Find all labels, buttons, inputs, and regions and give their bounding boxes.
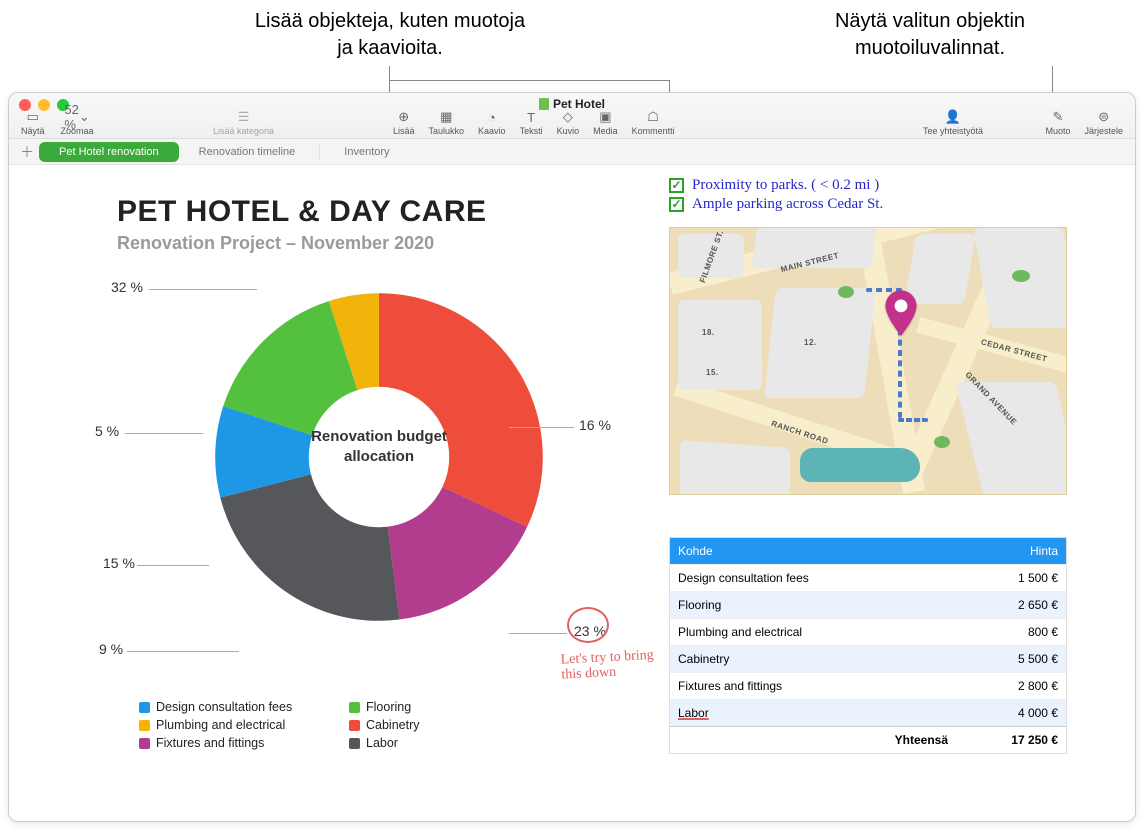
add-category-button[interactable]: ☰Lisää kategoria bbox=[209, 110, 278, 136]
th-price: Hinta bbox=[956, 538, 1066, 564]
text-button[interactable]: TTeksti bbox=[516, 110, 547, 136]
slice-label-16: 16 % bbox=[579, 417, 611, 433]
table-total-row: Yhteensä17 250 € bbox=[670, 726, 1066, 753]
zoom-button[interactable]: 52 % ⌄Zoomaa bbox=[57, 110, 98, 136]
table-row[interactable]: Flooring2 650 € bbox=[670, 591, 1066, 618]
checkbox-icon: ✓ bbox=[669, 197, 684, 212]
table-row[interactable]: Design consultation fees1 500 € bbox=[670, 564, 1066, 591]
page-subtitle: Renovation Project – November 2020 bbox=[117, 233, 434, 254]
hand-circle-annotation bbox=[567, 607, 609, 643]
format-button[interactable]: ✎Muoto bbox=[1041, 110, 1074, 136]
chart-legend: Design consultation fees Flooring Plumbi… bbox=[139, 700, 509, 750]
table-row[interactable]: Fixtures and fittings2 800 € bbox=[670, 672, 1066, 699]
add-sheet-button[interactable]: ＋ bbox=[15, 142, 39, 162]
tab-pet-hotel-renovation[interactable]: Pet Hotel renovation bbox=[39, 142, 179, 162]
document-icon bbox=[539, 98, 549, 110]
sheet-tabs: ＋ Pet Hotel renovation Renovation timeli… bbox=[9, 139, 1135, 165]
tab-renovation-timeline[interactable]: Renovation timeline bbox=[179, 142, 316, 162]
callout-format-options: Näytä valitun objektin muotoiluvalinnat. bbox=[800, 8, 1060, 62]
map-pin-icon bbox=[884, 290, 918, 341]
checkbox-icon: ✓ bbox=[669, 178, 684, 193]
table-row[interactable]: Labor4 000 € bbox=[670, 699, 1066, 726]
annotation-callouts: Lisää objekteja, kuten muotoja ja kaavio… bbox=[0, 0, 1146, 90]
chart-button[interactable]: ◔Kaavio bbox=[474, 110, 510, 136]
insert-button[interactable]: ⊕Lisää bbox=[389, 110, 419, 136]
app-window: Pet Hotel ▭Näytä 52 % ⌄Zoomaa ☰Lisää kat… bbox=[8, 92, 1136, 822]
arrange-button[interactable]: ⊜Järjestele bbox=[1080, 110, 1127, 136]
view-button[interactable]: ▭Näytä bbox=[17, 110, 49, 136]
table-row[interactable]: Cabinetry5 500 € bbox=[670, 645, 1066, 672]
slice-label-5: 5 % bbox=[95, 423, 119, 439]
th-item: Kohde bbox=[670, 538, 956, 564]
slice-label-32: 32 % bbox=[111, 279, 143, 295]
media-button[interactable]: ▣Media bbox=[589, 110, 622, 136]
titlebar: Pet Hotel ▭Näytä 52 % ⌄Zoomaa ☰Lisää kat… bbox=[9, 93, 1135, 139]
handwritten-checklist: ✓Proximity to parks. ( < 0.2 mi ) ✓Ample… bbox=[669, 177, 883, 215]
page-title: PET HOTEL & DAY CARE bbox=[117, 195, 487, 229]
table-row[interactable]: Plumbing and electrical800 € bbox=[670, 618, 1066, 645]
tab-inventory[interactable]: Inventory bbox=[324, 142, 409, 162]
slice-label-9: 9 % bbox=[99, 641, 123, 657]
budget-table[interactable]: Kohde Hinta Design consultation fees1 50… bbox=[669, 537, 1067, 754]
table-button[interactable]: ▦Taulukko bbox=[425, 110, 469, 136]
location-map[interactable]: FILMORE ST. MAIN STREET RANCH ROAD GRAND… bbox=[669, 227, 1067, 495]
donut-center-label: Renovation budget allocation bbox=[304, 427, 454, 466]
collaborate-button[interactable]: 👤Tee yhteistyötä bbox=[919, 110, 987, 136]
sheet-canvas[interactable]: PET HOTEL & DAY CARE Renovation Project … bbox=[9, 165, 1135, 821]
donut-chart[interactable]: Renovation budget allocation 32 % 16 % 5… bbox=[69, 265, 629, 685]
slice-label-15: 15 % bbox=[103, 555, 135, 571]
table-header: Kohde Hinta bbox=[670, 538, 1066, 564]
document-title-text: Pet Hotel bbox=[553, 97, 605, 111]
callout-insert-objects: Lisää objekteja, kuten muotoja ja kaavio… bbox=[250, 8, 530, 62]
shape-button[interactable]: ◇Kuvio bbox=[553, 110, 584, 136]
hand-note-annotation: Let's try to bring this down bbox=[560, 647, 661, 683]
comment-button[interactable]: ☖Kommentti bbox=[628, 110, 679, 136]
